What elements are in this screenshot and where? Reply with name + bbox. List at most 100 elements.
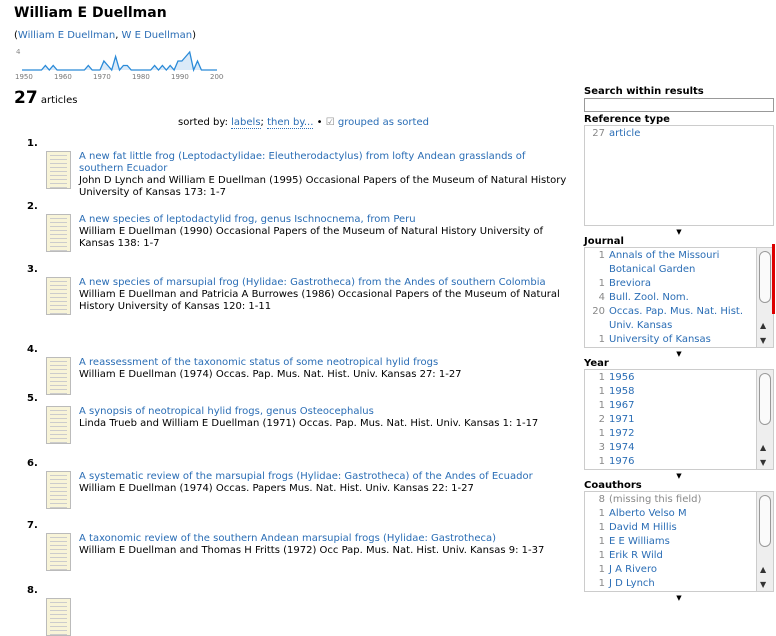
scroll-down-icon[interactable]: ▼ <box>760 580 766 589</box>
facet-count: 1 <box>598 578 605 589</box>
facet-option[interactable]: 2 1971 <box>585 413 773 427</box>
scroll-thumb[interactable] <box>759 251 771 303</box>
scrollbar[interactable]: ▲ ▼ <box>756 370 773 469</box>
facet-list[interactable]: 1 1956 1 1958 1 1967 2 1971 1 1972 3 1974 1 1976 ▲ ▼ <box>584 369 774 470</box>
citation: William E Duellman (1990) Occasional Pap… <box>79 226 544 249</box>
facet-label: 1972 <box>609 428 635 439</box>
facet-option[interactable]: 1 1976 <box>585 455 773 469</box>
grouped-checkbox[interactable]: ☑ <box>326 117 335 128</box>
paper-thumbnail[interactable] <box>46 277 71 315</box>
item-number: 8. <box>27 585 38 596</box>
scroll-up-icon[interactable]: ▲ <box>760 321 766 330</box>
facet-option[interactable]: 1 1967 <box>585 399 773 413</box>
citation: William E Duellman and Patricia A Burrow… <box>79 289 560 312</box>
facet-option[interactable]: 8 (missing this field) <box>585 493 773 507</box>
facet-option[interactable]: 1 E E Williams <box>585 535 773 549</box>
citation: William E Duellman and Thomas H Fritts (… <box>79 545 545 556</box>
scrollbar[interactable]: ▲ ▼ <box>756 492 773 591</box>
facet-option[interactable]: 3 1974 <box>585 441 773 455</box>
facet-option[interactable]: 27 article <box>585 127 773 141</box>
facet-option[interactable]: 1 Annals of the Missouri Botanical Garden <box>585 249 773 277</box>
facet-option[interactable]: 1 David M Hillis <box>585 521 773 535</box>
facet-count: 1 <box>598 508 605 519</box>
grouped-as-sorted-link[interactable]: grouped as sorted <box>338 117 429 128</box>
paper-title-link[interactable]: A synopsis of neotropical hylid frogs, g… <box>79 406 374 417</box>
sort-labels-link[interactable]: labels <box>231 117 261 129</box>
author-aliases: (William E Duellman, W E Duellman) <box>14 30 196 41</box>
paper-title-link[interactable]: A reassessment of the taxonomic status o… <box>79 357 438 368</box>
publication-timeline-sparkline: 4 1950 1960 1970 1980 1990 2000 <box>15 48 224 81</box>
paper-title-link[interactable]: A new fat little frog (Leptodactylidae: … <box>79 151 525 174</box>
x-tick-label: 1970 <box>93 73 111 81</box>
facet-count: 1 <box>598 334 605 345</box>
facet-list[interactable]: 8 (missing this field) 1 Alberto Velso M 1 Da… <box>584 491 774 592</box>
facet-option[interactable]: 1 Alberto Velso M <box>585 507 773 521</box>
facet-label: 1967 <box>609 400 635 411</box>
paper-thumbnail[interactable] <box>46 533 71 571</box>
facet-option[interactable]: 1 Erik R Wild <box>585 549 773 563</box>
item-number: 5. <box>27 393 38 404</box>
scroll-indicator <box>772 244 775 314</box>
alias-link[interactable]: William E Duellman <box>18 30 115 41</box>
facet-list[interactable]: 27 article <box>584 125 774 226</box>
facet-count: 1 <box>598 550 605 561</box>
facet-count: 1 <box>598 372 605 383</box>
paper-thumbnail[interactable] <box>46 357 71 395</box>
facet-count: 4 <box>598 292 605 303</box>
paper-thumbnail[interactable] <box>46 214 71 252</box>
page-title: William E Duellman <box>14 5 167 21</box>
paper-title-link[interactable]: A new species of leptodactylid frog, gen… <box>79 214 416 225</box>
paper-title-link[interactable]: A taxonomic review of the southern Andea… <box>79 533 496 544</box>
facet-label: 1958 <box>609 386 635 397</box>
facet-option[interactable]: 1 J A Rivero <box>585 563 773 577</box>
expand-facet-icon[interactable]: ▼ <box>584 592 774 604</box>
item-number: 3. <box>27 264 38 275</box>
facet-count: 1 <box>598 536 605 547</box>
scroll-down-icon[interactable]: ▼ <box>760 458 766 467</box>
scroll-up-icon[interactable]: ▲ <box>760 443 766 452</box>
facet-option[interactable]: 1 1956 <box>585 371 773 385</box>
alias-link[interactable]: W E Duellman <box>122 30 193 41</box>
scroll-thumb[interactable] <box>759 495 771 547</box>
search-input[interactable] <box>584 98 774 112</box>
facet-label: J D Lynch <box>609 578 655 589</box>
sort-then-by-link[interactable]: then by... <box>267 117 314 129</box>
paper-thumbnail[interactable] <box>46 471 71 509</box>
facet-option[interactable]: 1 J D Lynch <box>585 577 773 591</box>
facet-option[interactable]: 4 Bull. Zool. Nom. <box>585 291 773 305</box>
facet-count: 1 <box>598 400 605 411</box>
facet-label: 1971 <box>609 414 635 425</box>
facet-label: Alberto Velso M <box>609 508 687 519</box>
facet-label: article <box>609 128 641 139</box>
scroll-up-icon[interactable]: ▲ <box>760 565 766 574</box>
facet-count: 1 <box>598 564 605 575</box>
facet-label: 1974 <box>609 442 635 453</box>
bullet: • <box>316 117 323 128</box>
facet-title: Coauthors <box>584 480 642 491</box>
facet-count: 27 <box>592 128 605 139</box>
facet-option[interactable]: 1 1958 <box>585 385 773 399</box>
paper-title-link[interactable]: A systematic review of the marsupial fro… <box>79 471 533 482</box>
facet-option[interactable]: 20 Occas. Pap. Mus. Nat. Hist. Univ. Kans… <box>585 305 773 333</box>
scroll-thumb[interactable] <box>759 373 771 425</box>
paper-thumbnail[interactable] <box>46 598 71 636</box>
facet-option[interactable]: 1 University of Kansas Science Bulletin <box>585 333 773 347</box>
scroll-down-icon[interactable]: ▼ <box>760 336 766 345</box>
facet-reference-type: Reference type 27 article ▼ <box>584 114 774 238</box>
facet-option[interactable]: 1 Breviora <box>585 277 773 291</box>
x-tick-label: 1990 <box>171 73 189 81</box>
scrollbar[interactable]: ▲ ▼ <box>756 248 773 347</box>
facet-count: 1 <box>598 522 605 533</box>
facet-list[interactable]: 1 Annals of the Missouri Botanical Garden… <box>584 247 774 348</box>
x-tick-label: 2000 <box>210 73 224 81</box>
paper-thumbnail[interactable] <box>46 406 71 444</box>
item-number: 4. <box>27 344 38 355</box>
facet-title: Year <box>584 358 609 369</box>
citation: John D Lynch and William E Duellman (199… <box>79 175 567 198</box>
facet-count: 1 <box>598 278 605 289</box>
facet-count: 2 <box>598 414 605 425</box>
x-tick-label: 1980 <box>132 73 150 81</box>
paper-title-link[interactable]: A new species of marsupial frog (Hylidae… <box>79 277 546 288</box>
facet-option[interactable]: 1 1972 <box>585 427 773 441</box>
paper-thumbnail[interactable] <box>46 151 71 189</box>
